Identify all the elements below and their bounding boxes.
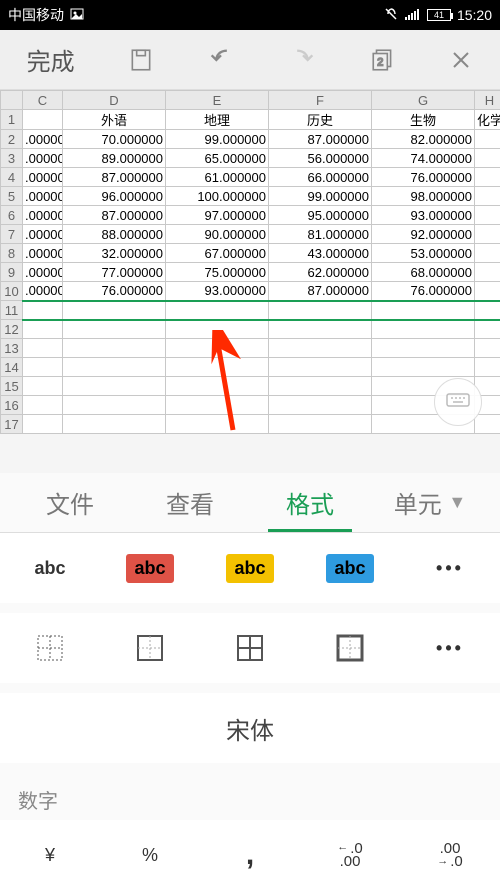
sheets-button[interactable]: 2: [370, 47, 396, 73]
done-button[interactable]: 完成: [27, 42, 75, 77]
svg-text:2: 2: [377, 56, 383, 68]
close-button[interactable]: [449, 48, 473, 72]
tab-view[interactable]: 查看: [130, 473, 250, 532]
col-header[interactable]: C: [23, 91, 63, 110]
save-button[interactable]: [128, 47, 154, 73]
tab-file[interactable]: 文件: [10, 473, 130, 532]
increase-decimal-button[interactable]: .00 →.0: [400, 842, 500, 869]
highlight-blue-button[interactable]: abc: [300, 554, 400, 583]
select-all-corner[interactable]: [1, 91, 23, 110]
more-highlight-button[interactable]: •••: [400, 558, 500, 579]
chevron-down-icon: ▼: [448, 492, 466, 513]
cell[interactable]: 地理: [166, 110, 269, 130]
border-none-button[interactable]: [0, 634, 100, 662]
border-all-button[interactable]: [200, 634, 300, 662]
cell[interactable]: [23, 110, 63, 130]
highlight-yellow-button[interactable]: abc: [200, 554, 300, 583]
percent-button[interactable]: %: [100, 845, 200, 866]
cell[interactable]: 历史: [269, 110, 372, 130]
keyboard-toggle-button[interactable]: [434, 378, 482, 426]
status-bar: 中国移动 41 15:20: [0, 0, 500, 30]
highlight-red-button[interactable]: abc: [100, 554, 200, 583]
highlight-row: abc abc abc abc •••: [0, 533, 500, 603]
currency-button[interactable]: ¥: [0, 845, 100, 866]
cell[interactable]: 生物: [372, 110, 475, 130]
tab-format[interactable]: 格式: [250, 473, 370, 532]
picture-icon: [70, 7, 84, 24]
col-header[interactable]: E: [166, 91, 269, 110]
redo-button[interactable]: [289, 46, 317, 74]
undo-button[interactable]: [207, 46, 235, 74]
signal-icon: [405, 7, 421, 23]
cell[interactable]: 外语: [63, 110, 166, 130]
format-panel: 文件 查看 格式 单元 ▼ abc abc abc abc ••• ••• 宋体…: [0, 473, 500, 890]
tab-cell[interactable]: 单元 ▼: [370, 473, 490, 532]
decrease-decimal-button[interactable]: ←.0 .00: [300, 842, 400, 869]
clock-label: 15:20: [457, 7, 492, 23]
highlight-none-button[interactable]: abc: [0, 554, 100, 583]
col-header[interactable]: G: [372, 91, 475, 110]
spreadsheet[interactable]: C D E F G H 1 外语 地理 历史 生物 化学 2.00000070.…: [0, 90, 500, 434]
more-border-button[interactable]: •••: [400, 638, 500, 659]
border-row: •••: [0, 613, 500, 683]
vibrate-icon: [383, 6, 399, 25]
panel-tabs: 文件 查看 格式 单元 ▼: [0, 473, 500, 533]
carrier-label: 中国移动: [8, 5, 64, 25]
col-header[interactable]: H: [475, 91, 500, 110]
font-selector[interactable]: 宋体: [0, 693, 500, 763]
col-header[interactable]: F: [269, 91, 372, 110]
number-format-row: ¥ % , ←.0 .00 .00 →.0: [0, 820, 500, 890]
font-name-label: 宋体: [226, 711, 274, 746]
cell[interactable]: 化学: [475, 110, 500, 130]
row-header[interactable]: 1: [1, 110, 23, 130]
battery-icon: 41: [427, 9, 451, 21]
col-header[interactable]: D: [63, 91, 166, 110]
main-toolbar: 完成 2: [0, 30, 500, 90]
border-outer-button[interactable]: [100, 634, 200, 662]
number-section-label: 数字: [0, 775, 500, 820]
comma-button[interactable]: ,: [200, 838, 300, 872]
border-thick-button[interactable]: [300, 634, 400, 662]
